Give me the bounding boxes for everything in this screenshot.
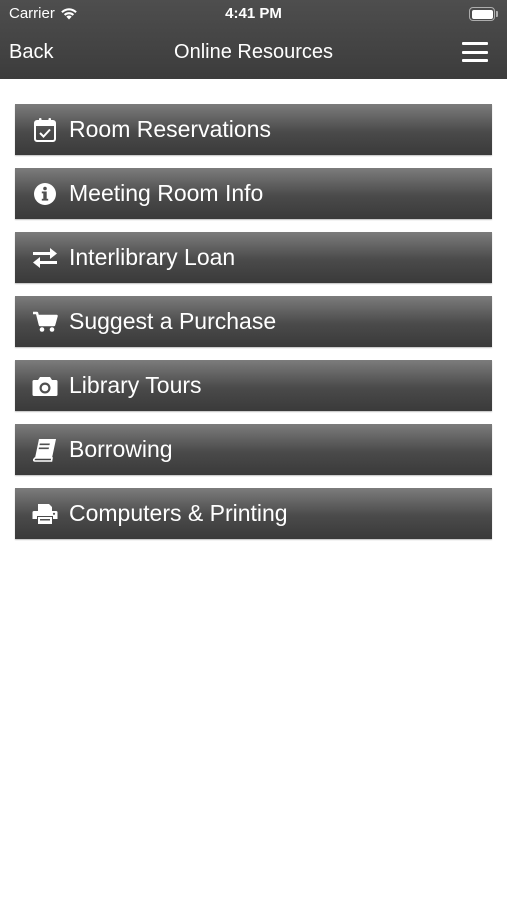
suggest-a-purchase-label: Suggest a Purchase xyxy=(69,308,277,334)
calendar-check-icon xyxy=(32,117,58,143)
meeting-room-info-button[interactable]: Meeting Room Info xyxy=(15,168,492,219)
hamburger-menu-icon[interactable] xyxy=(462,42,488,62)
exchange-icon xyxy=(32,245,58,271)
book-icon xyxy=(32,437,58,463)
resource-list: Room Reservations Meeting Room Info Inte… xyxy=(15,104,492,552)
top-bar: Carrier 4:41 PM Back Online Resources xyxy=(0,0,507,79)
suggest-a-purchase-button[interactable]: Suggest a Purchase xyxy=(15,296,492,347)
navigation-bar: Back Online Resources xyxy=(0,28,507,79)
printer-icon xyxy=(32,501,58,527)
room-reservations-button[interactable]: Room Reservations xyxy=(15,104,492,155)
computers-and-printing-button[interactable]: Computers & Printing xyxy=(15,488,492,539)
status-bar: Carrier 4:41 PM xyxy=(0,0,507,28)
page-title: Online Resources xyxy=(174,41,333,63)
library-tours-label: Library Tours xyxy=(69,372,202,398)
interlibrary-loan-button[interactable]: Interlibrary Loan xyxy=(15,232,492,283)
borrowing-button[interactable]: Borrowing xyxy=(15,424,492,475)
status-time: 4:41 PM xyxy=(225,5,282,22)
room-reservations-label: Room Reservations xyxy=(69,116,271,142)
info-icon xyxy=(32,181,58,207)
library-tours-button[interactable]: Library Tours xyxy=(15,360,492,411)
meeting-room-info-label: Meeting Room Info xyxy=(69,180,264,206)
battery-icon xyxy=(469,7,498,21)
computers-and-printing-label: Computers & Printing xyxy=(69,500,288,526)
camera-icon xyxy=(32,373,58,399)
borrowing-label: Borrowing xyxy=(69,436,173,462)
interlibrary-loan-label: Interlibrary Loan xyxy=(69,244,236,270)
shopping-cart-icon xyxy=(32,309,58,335)
